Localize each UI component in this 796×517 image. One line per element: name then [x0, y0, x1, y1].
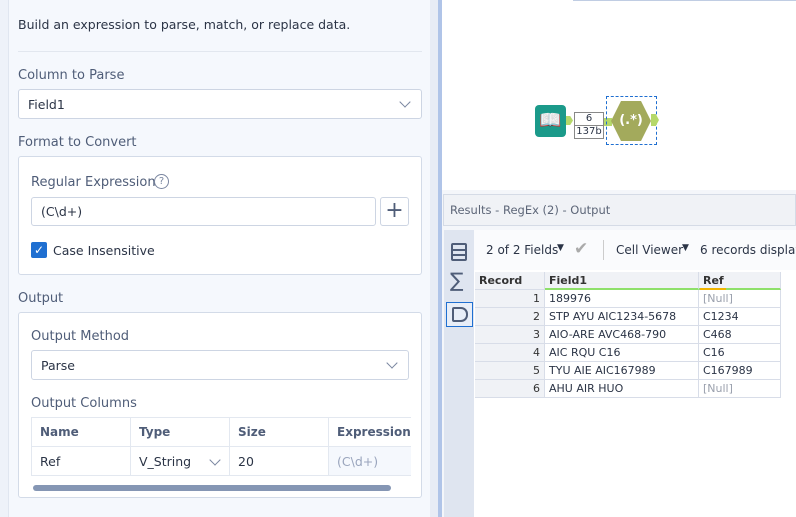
chevron-down-icon	[386, 357, 398, 369]
apply-checkmark-icon[interactable]: ✔	[574, 239, 588, 259]
col-header-type: Type	[131, 418, 230, 447]
grid-cell-field1[interactable]: AIO-ARE AVC468-790	[545, 326, 699, 344]
chevron-down-icon	[399, 96, 411, 108]
regex-label: Regular Expression	[31, 175, 156, 190]
records-count: 6 records displayed	[700, 243, 796, 257]
grid-cell-ref[interactable]: C16	[699, 344, 781, 362]
column-to-parse-dropdown[interactable]: Field1	[18, 89, 422, 119]
left-toolbar-strip	[0, 0, 9, 517]
output-anchor-icon[interactable]	[566, 116, 573, 125]
table-view-icon[interactable]	[451, 243, 467, 261]
column-to-parse-value: Field1	[28, 96, 65, 112]
output-label: Output	[18, 291, 64, 306]
column-expression-cell: (C\d+)	[329, 447, 411, 476]
column-type-value: V_String	[139, 453, 192, 469]
chevron-down-icon	[209, 454, 221, 466]
column-to-parse-label: Column to Parse	[18, 68, 125, 83]
grid-cell-field1[interactable]: AIC RQU C16	[545, 344, 699, 362]
col-header-name: Name	[32, 418, 131, 447]
help-icon[interactable]: ?	[154, 174, 169, 189]
data-size: 137b	[575, 125, 603, 137]
grid-cell-record[interactable]: 3	[475, 326, 545, 344]
metadata-tag-icon[interactable]	[446, 302, 473, 327]
grid-header-record[interactable]: Record	[475, 272, 545, 290]
cell-viewer-selector[interactable]: Cell Viewer	[616, 243, 683, 257]
col-header-size: Size	[230, 418, 329, 447]
caret-down-icon[interactable]: ▼	[682, 243, 689, 253]
results-grid: Record Field1 Ref 1 189976 [Null] 2 STP AYU …	[474, 270, 796, 517]
grid-cell-ref[interactable]: C468	[699, 326, 781, 344]
col-header-expression: Expression	[329, 418, 411, 447]
grid-cell-record[interactable]: 1	[475, 290, 545, 308]
results-title: Results - RegEx (2) - Output	[443, 194, 796, 226]
fields-selector[interactable]: 2 of 2 Fields	[486, 243, 558, 257]
grid-cell-ref[interactable]: [Null]	[699, 290, 781, 308]
output-columns-label: Output Columns	[31, 396, 137, 411]
grid-cell-field1[interactable]: TYU AIE AIC167989	[545, 362, 699, 380]
connection-record-count: 6 137b	[574, 112, 604, 139]
input-data-tool-icon[interactable]: 📖	[535, 105, 566, 137]
add-expression-button[interactable]: +	[380, 197, 409, 226]
grid-cell-field1[interactable]: 189976	[545, 290, 699, 308]
grid-cell-ref[interactable]: C167989	[699, 362, 781, 380]
table-horizontal-scrollbar[interactable]	[33, 485, 391, 491]
case-insensitive-label: Case Insensitive	[53, 243, 155, 258]
output-method-label: Output Method	[31, 329, 130, 344]
grid-cell-record[interactable]: 5	[475, 362, 545, 380]
toolbar-separator	[603, 240, 604, 260]
output-method-dropdown[interactable]: Parse	[31, 350, 409, 380]
grid-cell-record[interactable]: 6	[475, 380, 545, 398]
canvas-border	[573, 0, 796, 1]
caret-down-icon[interactable]: ▼	[557, 243, 564, 253]
output-columns-table: Name Type Size Expression Ref V_String 2…	[31, 417, 411, 476]
grid-header-field1[interactable]: Field1	[545, 272, 699, 290]
tool-description: Build an expression to parse, match, or …	[18, 17, 351, 32]
grid-cell-ref[interactable]: [Null]	[699, 380, 781, 398]
grid-cell-record[interactable]: 2	[475, 308, 545, 326]
output-anchor-icon[interactable]	[651, 114, 659, 126]
grid-cell-field1[interactable]: STP AYU AIC1234-5678	[545, 308, 699, 326]
grid-cell-field1[interactable]: AHU AIR HUO	[545, 380, 699, 398]
summary-sigma-icon[interactable]: ∑	[450, 270, 463, 290]
grid-cell-ref[interactable]: C1234	[699, 308, 781, 326]
case-insensitive-checkbox[interactable]: ✓	[31, 242, 47, 258]
format-to-convert-label: Format to Convert	[18, 135, 137, 150]
column-size-cell[interactable]: 20	[230, 447, 329, 476]
regex-input[interactable]	[31, 197, 376, 226]
grid-cell-record[interactable]: 4	[475, 344, 545, 362]
record-count: 6	[585, 113, 593, 124]
column-type-dropdown[interactable]: V_String	[131, 447, 230, 476]
divider	[18, 51, 422, 52]
output-method-value: Parse	[41, 357, 75, 373]
config-scrollbar[interactable]	[430, 0, 438, 517]
column-name-cell[interactable]: Ref	[32, 447, 131, 476]
